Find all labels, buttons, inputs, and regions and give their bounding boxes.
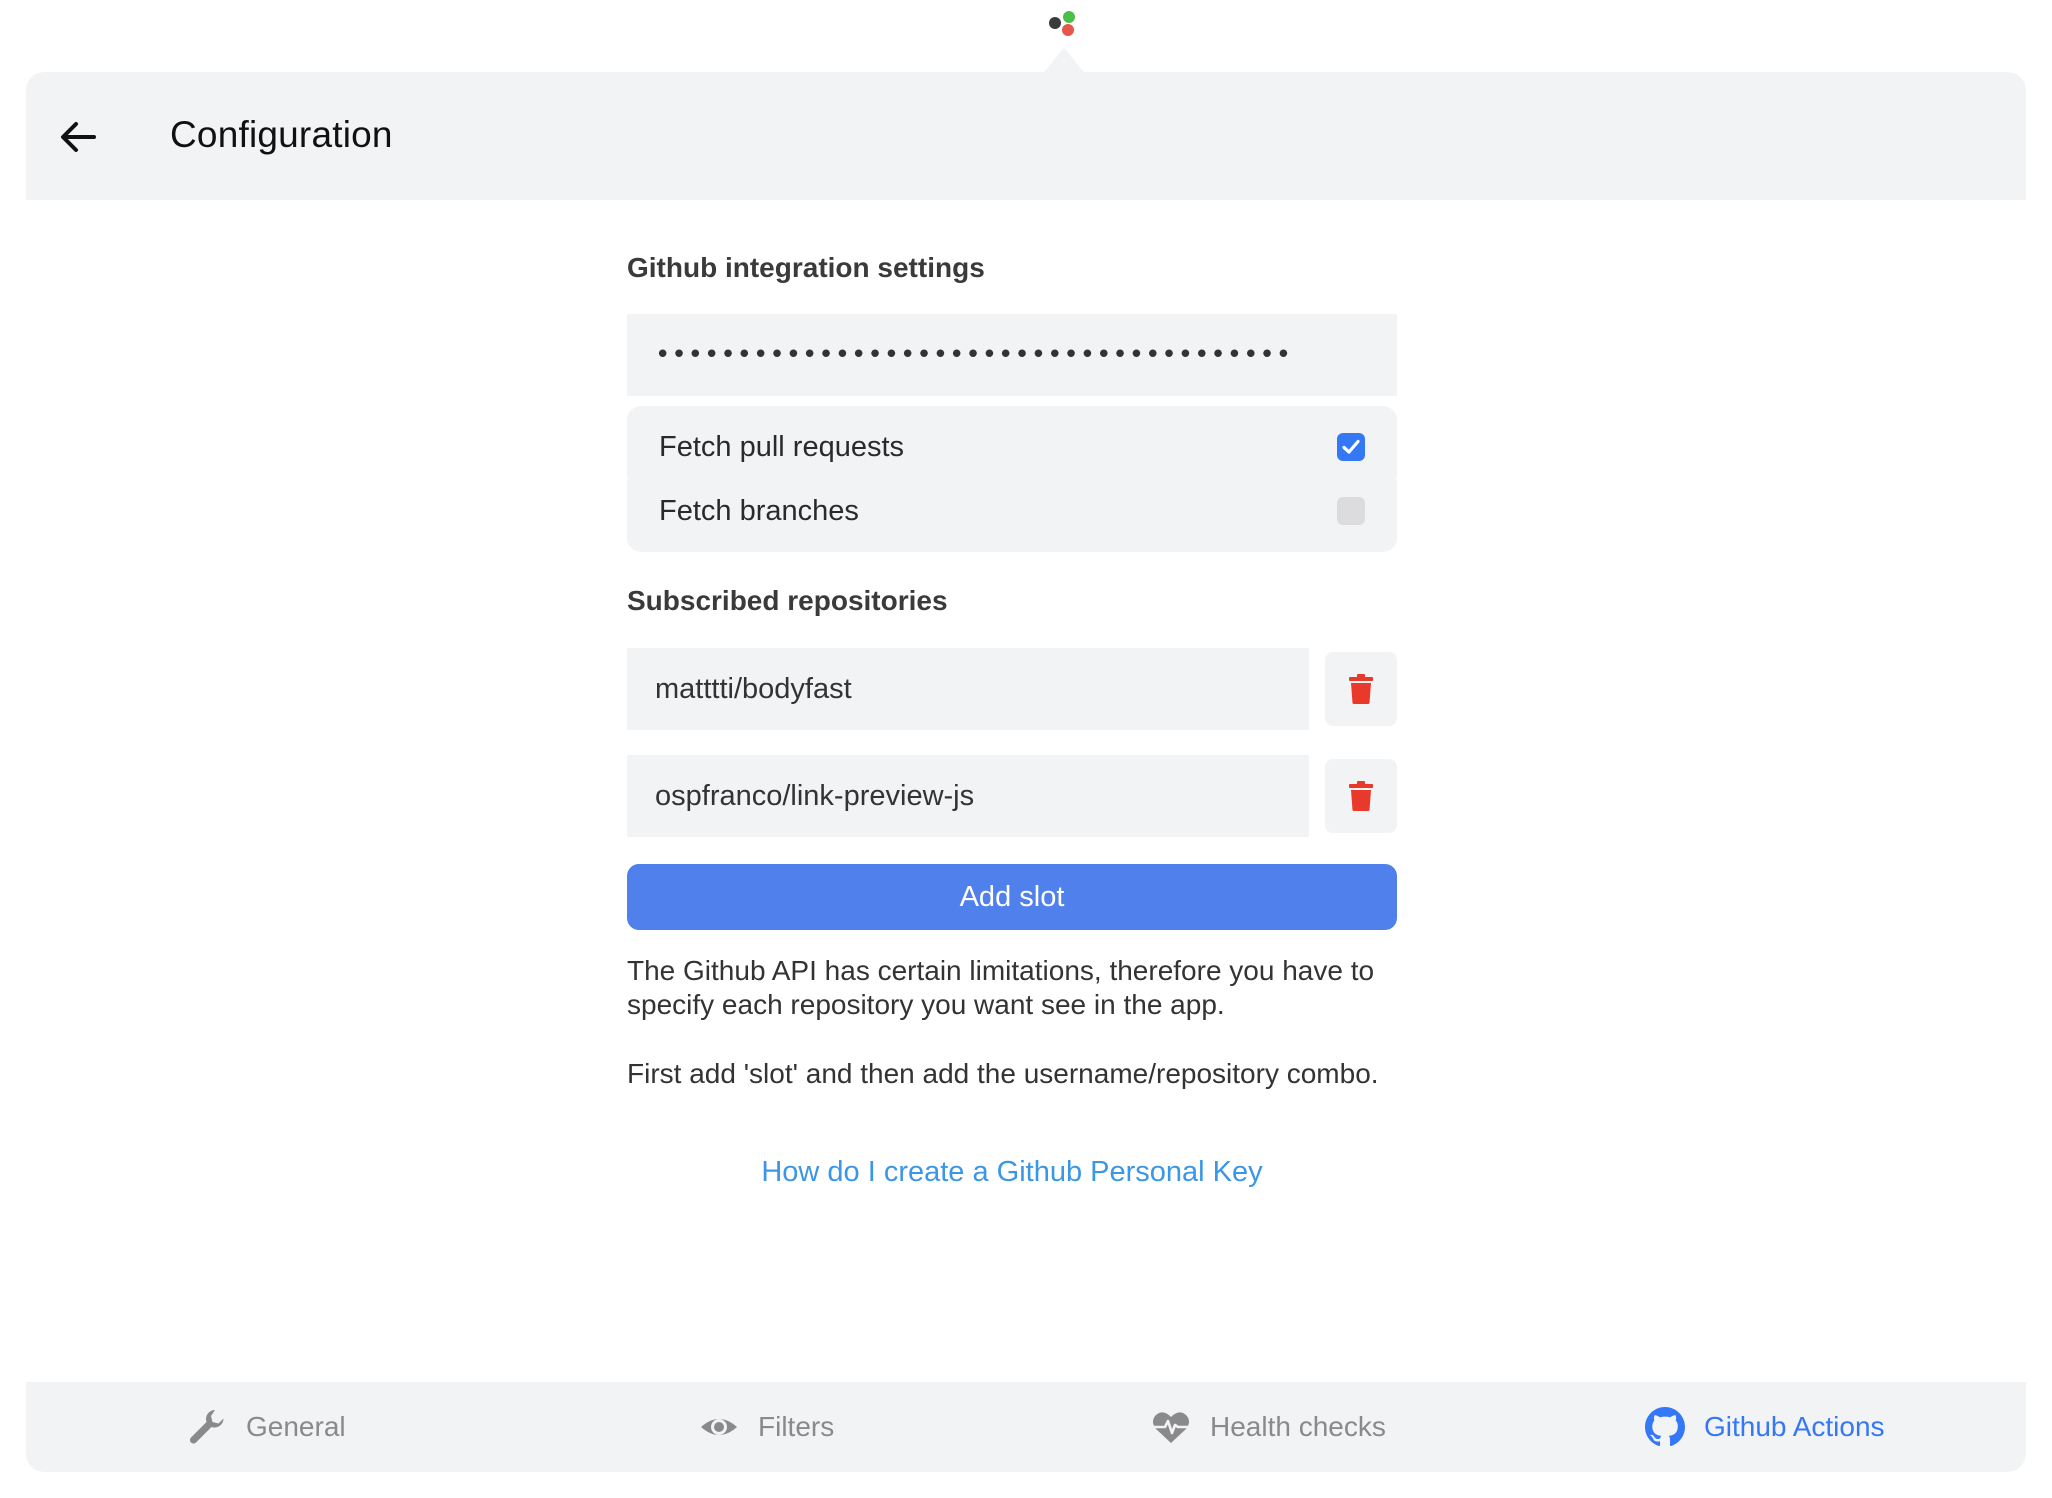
tab-github-actions[interactable]: Github Actions xyxy=(1644,1382,1885,1472)
app-tray-icon[interactable] xyxy=(1046,8,1080,42)
arrow-left-icon xyxy=(61,122,96,152)
tab-filters[interactable]: Filters xyxy=(698,1382,834,1472)
add-slot-button[interactable]: Add slot xyxy=(627,864,1397,930)
github-token-input[interactable]: ••••••••••••••••••••••••••••••••••••••• xyxy=(627,314,1397,396)
api-limitations-text: The Github API has certain limitations, … xyxy=(627,955,1375,1020)
slot-instructions-text: First add 'slot' and then add the userna… xyxy=(627,1058,1379,1089)
checkmark-icon xyxy=(1342,439,1360,454)
tab-label: Filters xyxy=(758,1411,835,1442)
delete-repo-button[interactable] xyxy=(1325,652,1397,726)
back-button[interactable] xyxy=(54,112,104,162)
tab-label: Health checks xyxy=(1210,1411,1386,1442)
repo-input[interactable]: matttti/bodyfast xyxy=(627,648,1309,730)
bottom-tab-bar: General Filters Health checks Github Act… xyxy=(26,1382,2026,1472)
heartbeat-icon xyxy=(1153,1412,1189,1443)
popover-window: Configuration Github integration setting… xyxy=(26,72,2026,1472)
tab-label: Github Actions xyxy=(1704,1411,1885,1442)
trash-icon xyxy=(1349,674,1373,704)
eye-icon xyxy=(701,1419,737,1435)
option-label: Fetch pull requests xyxy=(659,430,905,463)
tab-general[interactable]: General xyxy=(186,1382,346,1472)
github-icon xyxy=(1645,1407,1685,1447)
delete-repo-button[interactable] xyxy=(1325,759,1397,833)
repo-slot: ospfranco/link-preview-js xyxy=(627,755,1397,837)
personal-key-help-link[interactable]: How do I create a Github Personal Key xyxy=(627,1156,1397,1189)
popover-caret xyxy=(1044,48,1084,72)
trash-icon xyxy=(1349,781,1373,811)
header-bar: Configuration xyxy=(26,72,2026,200)
page-title: Configuration xyxy=(170,114,393,155)
github-settings-heading: Github integration settings xyxy=(627,252,985,283)
pull-requests-checkbox[interactable] xyxy=(1337,433,1365,461)
fetch-branches-option[interactable]: Fetch branches xyxy=(627,470,1397,552)
tab-label: General xyxy=(246,1411,346,1442)
tab-health-checks[interactable]: Health checks xyxy=(1150,1382,1386,1472)
branches-checkbox[interactable] xyxy=(1337,497,1365,525)
wrench-icon xyxy=(189,1410,224,1444)
subscribed-repos-heading: Subscribed repositories xyxy=(627,585,948,616)
repo-input[interactable]: ospfranco/link-preview-js xyxy=(627,755,1309,837)
option-label: Fetch branches xyxy=(659,494,859,527)
repo-slot: matttti/bodyfast xyxy=(627,648,1397,730)
